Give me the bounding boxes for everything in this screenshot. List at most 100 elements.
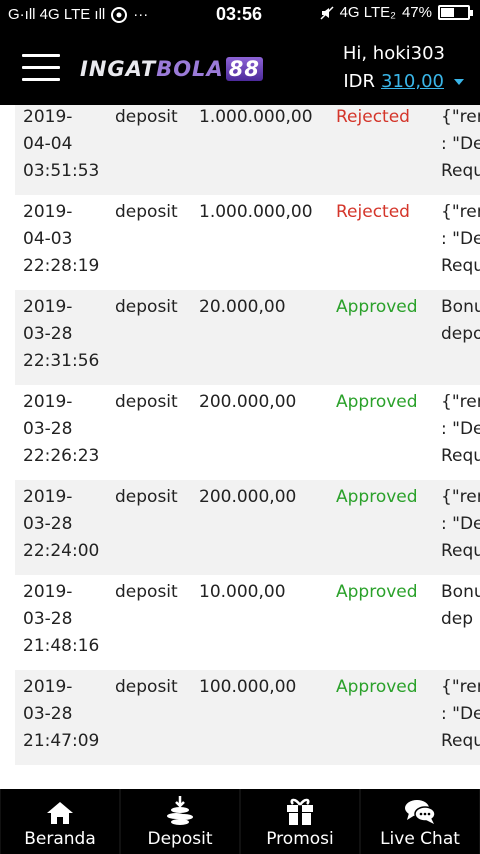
date-line: 21:47:09 (23, 731, 100, 751)
date-line: 21:48:16 (23, 636, 100, 656)
date-line: 22:24:00 (23, 541, 100, 561)
signal-text: G·ıll 4G LTE ıll (8, 6, 106, 23)
transaction-remark: {"rem: "De Requ (441, 484, 480, 565)
nav-deposit[interactable]: Deposit (121, 789, 239, 854)
transaction-row: 2019- 03-28 22:26:23 deposit 200.000,00 Appro… (15, 385, 480, 480)
app-header: INGAT BOLA 88 Hi, hoki303 IDR 310,00 (0, 32, 480, 105)
transaction-date: 2019- 04-04 03:51:53 (23, 104, 109, 185)
transaction-date: 2019- 03-28 21:47:09 (23, 674, 109, 755)
transaction-amount: 200.000,00 (199, 487, 297, 507)
remark-line: {"rem (441, 392, 480, 412)
transaction-remark: {"rem: "De Requ (441, 104, 480, 185)
transaction-status: Rejected (336, 202, 410, 222)
transaction-status: Approved (336, 487, 418, 507)
balance-display[interactable]: IDR 310,00 (343, 71, 464, 92)
transaction-type: deposit (115, 107, 178, 127)
remark-line: : "De (441, 229, 480, 249)
caret-down-icon[interactable] (454, 78, 464, 85)
date-line: 2019- (23, 677, 73, 697)
transaction-date: 2019- 03-28 22:26:23 (23, 389, 109, 470)
signal-indicators: G·ıll 4G LTE ıll ··· (8, 6, 148, 23)
status-bar: G·ıll 4G LTE ıll ··· 03:56 4G LTE₂ 47% (0, 0, 480, 32)
date-line: 04-03 (23, 229, 73, 249)
remark-line: {"rem (441, 202, 480, 222)
transaction-row: 2019- 03-28 22:24:00 deposit 200.000,00 Appro… (15, 480, 480, 575)
nav-label: Beranda (24, 829, 96, 849)
date-line: 2019- (23, 107, 73, 127)
nav-label: Live Chat (380, 829, 460, 849)
transaction-remark: Bonu dep (441, 579, 480, 633)
remark-line: Requ (441, 446, 480, 466)
balance-amount-link[interactable]: 310,00 (381, 71, 444, 92)
transaction-row: 2019- 04-04 03:51:53 deposit 1.000.000,00 Rej… (15, 105, 480, 195)
transaction-date: 2019- 03-28 22:31:56 (23, 294, 109, 375)
date-line: 22:26:23 (23, 446, 100, 466)
transaction-amount: 1.000.000,00 (199, 107, 313, 127)
chat-icon (405, 800, 436, 824)
nav-beranda[interactable]: Beranda (1, 789, 119, 854)
battery-fill (441, 8, 455, 17)
remark-line: {"rem (441, 677, 480, 697)
remark-line: : "De (441, 704, 480, 724)
transaction-amount: 10.000,00 (199, 582, 286, 602)
home-icon (47, 802, 73, 824)
transaction-status: Rejected (336, 107, 410, 127)
transaction-date: 2019- 03-28 22:24:00 (23, 484, 109, 565)
transaction-date: 2019- 04-03 22:28:19 (23, 199, 109, 280)
date-line: 03:51:53 (23, 161, 100, 181)
transaction-type: deposit (115, 582, 178, 602)
remark-line: depo (441, 324, 480, 344)
hamburger-menu-button[interactable] (22, 54, 60, 82)
transaction-row: 2019- 04-03 22:28:19 deposit 1.000.000,00 Rej… (15, 195, 480, 290)
remark-line: : "De (441, 134, 480, 154)
date-line: 22:28:19 (23, 256, 100, 276)
chrome-icon (111, 6, 128, 23)
transaction-type: deposit (115, 297, 178, 317)
battery-icon (438, 5, 473, 20)
transaction-remark: {"rem : "De Requ (441, 389, 480, 470)
transaction-remark: Bonu depo (441, 294, 480, 348)
transaction-history-table: 2019- 04-04 03:51:53 deposit 1.000.000,00 Rej… (15, 105, 480, 765)
ingatbola88-logo[interactable]: INGAT BOLA 88 (80, 54, 263, 84)
remark-line: Requ (441, 256, 480, 276)
transaction-remark: {"rem : "De Requ (441, 674, 480, 755)
date-line: 2019- (23, 582, 73, 602)
remark-line: Requ (441, 541, 480, 561)
remark-line: Bonu (441, 297, 480, 317)
nav-promosi[interactable]: Promosi (241, 789, 359, 854)
battery-percent: 47% (401, 4, 432, 21)
date-line: 2019- (23, 202, 73, 222)
currency-label: IDR (343, 71, 376, 92)
clock: 03:56 (216, 4, 263, 24)
transaction-type: deposit (115, 487, 178, 507)
date-line: 03-28 (23, 419, 73, 439)
user-greeting: Hi, hoki303 (342, 43, 445, 64)
remark-line: dep (441, 609, 474, 629)
more-notifications-icon: ··· (133, 6, 149, 23)
system-indicators: 4G LTE₂ 47% (320, 4, 473, 21)
transaction-status: Approved (336, 582, 418, 602)
nav-live-chat[interactable]: Live Chat (361, 789, 479, 854)
transaction-row: 2019- 03-28 22:31:56 deposit 20.000,00 Approv… (15, 290, 480, 385)
transaction-type: deposit (115, 392, 178, 412)
transaction-status: Approved (336, 677, 418, 697)
bottom-navigation: Beranda Deposit Promosi Live Chat (0, 789, 480, 854)
transaction-amount: 200.000,00 (199, 392, 297, 412)
date-line: 03-28 (23, 324, 73, 344)
remark-line: {"rem (441, 487, 480, 507)
deposit-coins-icon (167, 796, 193, 825)
transaction-status: Approved (336, 392, 418, 412)
transaction-date: 2019- 03-28 21:48:16 (23, 579, 109, 660)
date-line: 2019- (23, 297, 73, 317)
date-line: 03-28 (23, 514, 73, 534)
transaction-row: 2019- 03-28 21:47:09 deposit 100.000,00 Appro… (15, 670, 480, 765)
date-line: 2019- (23, 487, 73, 507)
date-line: 04-04 (23, 134, 73, 154)
gift-icon (287, 798, 313, 825)
transaction-remark: {"rem : "De Requ (441, 199, 480, 280)
date-line: 22:31:56 (23, 351, 100, 371)
remark-line: : "De (441, 419, 480, 439)
network-type: 4G LTE₂ (339, 4, 396, 21)
remark-line: Requ (441, 731, 480, 751)
nav-label: Deposit (147, 829, 213, 849)
